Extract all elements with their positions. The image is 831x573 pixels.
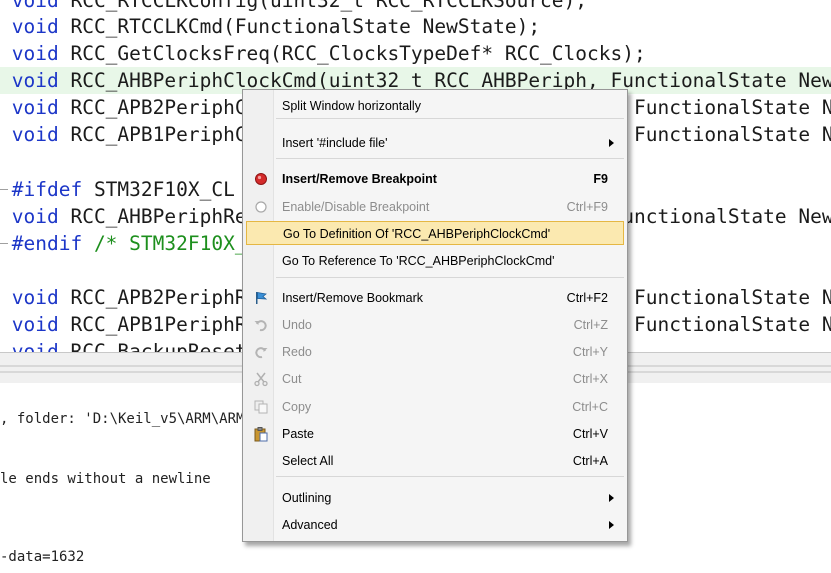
menu-item-shortcut: Ctrl+F9 bbox=[566, 200, 608, 214]
code-keyword: #endif bbox=[11, 232, 83, 255]
output-line: -data=1632 bbox=[0, 549, 85, 565]
menu-item-shortcut: F9 bbox=[593, 172, 608, 186]
fold-marker[interactable] bbox=[0, 243, 8, 244]
menu-item-label: Insert/Remove Bookmark bbox=[282, 291, 424, 305]
menu-item-shortcut: Ctrl+C bbox=[572, 400, 608, 414]
menu-item-label: Outlining bbox=[282, 491, 332, 505]
copy-icon bbox=[253, 399, 269, 415]
menu-item-insert-remove-bookmark[interactable]: Insert/Remove Bookmark Ctrl+F2 bbox=[246, 286, 624, 310]
menu-item-shortcut: Ctrl+Z bbox=[573, 318, 608, 332]
menu-item-redo[interactable]: Redo Ctrl+Y bbox=[246, 340, 624, 364]
breakpoint-icon bbox=[253, 171, 269, 187]
menu-item-copy[interactable]: Copy Ctrl+C bbox=[246, 395, 624, 419]
menu-item-select-all[interactable]: Select All Ctrl+A bbox=[246, 449, 624, 473]
menu-item-shortcut: Ctrl+A bbox=[572, 454, 608, 468]
menu-item-cut[interactable]: Cut Ctrl+X bbox=[246, 367, 624, 391]
code-keyword: void bbox=[11, 96, 59, 119]
code-keyword: void bbox=[11, 15, 59, 38]
menu-item-split-window-horizontally[interactable]: Split Window horizontally bbox=[246, 94, 624, 118]
menu-item-go-to-reference-to-rcc-ahbperiphclockcmd[interactable]: Go To Reference To 'RCC_AHBPeriphClockCm… bbox=[246, 249, 624, 273]
menu-separator bbox=[276, 158, 624, 159]
menu-separator bbox=[276, 277, 624, 278]
menu-item-label: Cut bbox=[282, 372, 302, 386]
menu-item-label: Insert '#include file' bbox=[282, 136, 388, 150]
submenu-arrow-icon bbox=[609, 521, 614, 529]
menu-item-shortcut: Ctrl+Y bbox=[572, 345, 608, 359]
code-text: RCC_RTCCLKCmd(FunctionalState NewState); bbox=[58, 15, 541, 38]
code-text: RCC_RTCCLKConfig(uint32_t RCC_RTCCLKSour… bbox=[58, 0, 588, 12]
code-text: RCC_GetClocksFreq(RCC_ClocksTypeDef* RCC… bbox=[58, 42, 646, 65]
menu-item-label: Go To Definition Of 'RCC_AHBPeriphClockC… bbox=[283, 227, 551, 241]
code-keyword: void bbox=[11, 286, 59, 309]
menu-item-insert-include-file[interactable]: Insert '#include file' bbox=[246, 131, 624, 155]
menu-item-label: Paste bbox=[282, 427, 314, 441]
paste-icon bbox=[253, 426, 269, 442]
code-keyword: #ifdef bbox=[11, 178, 83, 201]
code-keyword: void bbox=[11, 69, 59, 92]
menu-item-outlining[interactable]: Outlining bbox=[246, 486, 624, 510]
code-keyword: void bbox=[11, 205, 59, 228]
menu-item-shortcut: Ctrl+V bbox=[572, 427, 608, 441]
code-line[interactable]: void RCC_GetClocksFreq(RCC_ClocksTypeDef… bbox=[0, 40, 831, 67]
menu-separator bbox=[276, 118, 624, 119]
bookmark-flag-icon bbox=[253, 290, 269, 306]
code-line[interactable]: void RCC_RTCCLKCmd(FunctionalState NewSt… bbox=[0, 13, 831, 40]
menu-item-label: Insert/Remove Breakpoint bbox=[282, 172, 437, 186]
menu-item-label: Copy bbox=[282, 400, 312, 414]
menu-item-enable-disable-breakpoint[interactable]: Enable/Disable Breakpoint Ctrl+F9 bbox=[246, 195, 624, 219]
fold-marker[interactable] bbox=[0, 189, 8, 190]
code-keyword: void bbox=[11, 123, 59, 146]
code-keyword: void bbox=[11, 42, 59, 65]
menu-item-shortcut: Ctrl+X bbox=[572, 372, 608, 386]
menu-item-undo[interactable]: Undo Ctrl+Z bbox=[246, 313, 624, 337]
code-keyword: void bbox=[11, 313, 59, 336]
menu-item-go-to-definition-of-rcc-ahbperiphclockcmd[interactable]: Go To Definition Of 'RCC_AHBPeriphClockC… bbox=[246, 221, 624, 245]
menu-item-label: Redo bbox=[282, 345, 312, 359]
submenu-arrow-icon bbox=[609, 139, 614, 147]
menu-item-label: Select All bbox=[282, 454, 334, 468]
menu-item-paste[interactable]: Paste Ctrl+V bbox=[246, 422, 624, 446]
output-line: le ends without a newline bbox=[0, 471, 211, 487]
menu-separator bbox=[276, 476, 624, 477]
redo-icon bbox=[253, 344, 269, 360]
menu-item-insert-remove-breakpoint[interactable]: Insert/Remove Breakpoint F9 bbox=[246, 167, 624, 191]
code-line[interactable]: void RCC_RTCCLKConfig(uint32_t RCC_RTCCL… bbox=[0, 0, 831, 14]
editor-context-menu: Split Window horizontally Insert '#includ… bbox=[242, 89, 628, 542]
menu-item-label: Enable/Disable Breakpoint bbox=[282, 200, 430, 214]
code-keyword: void bbox=[11, 0, 59, 12]
submenu-arrow-icon bbox=[609, 494, 614, 502]
menu-item-advanced[interactable]: Advanced bbox=[246, 513, 624, 537]
code-keyword: void bbox=[11, 340, 59, 352]
menu-item-shortcut: Ctrl+F2 bbox=[566, 291, 608, 305]
menu-item-label: Go To Reference To 'RCC_AHBPeriphClockCm… bbox=[282, 254, 555, 268]
menu-item-label: Undo bbox=[282, 318, 312, 332]
code-text: STM32F10X_CL bbox=[82, 178, 235, 201]
scissors-icon bbox=[253, 371, 269, 387]
menu-item-label: Advanced bbox=[282, 518, 338, 532]
menu-item-label: Split Window horizontally bbox=[282, 99, 421, 113]
undo-icon bbox=[253, 317, 269, 333]
breakpoint-disabled-icon bbox=[253, 199, 269, 215]
